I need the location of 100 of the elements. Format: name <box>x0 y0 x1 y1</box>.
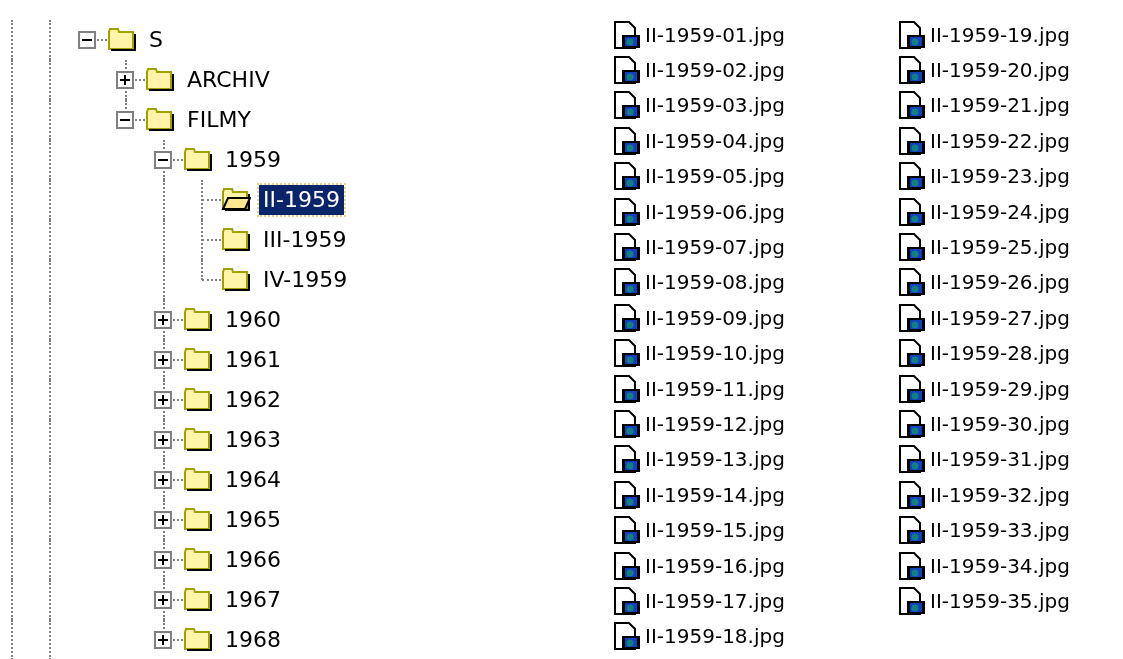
image-file-icon <box>898 338 928 369</box>
folder-label[interactable]: ARCHIV <box>183 65 274 95</box>
file-name[interactable]: II-1959-20.jpg <box>930 58 1070 83</box>
file-name[interactable]: II-1959-30.jpg <box>930 412 1070 436</box>
file-name[interactable]: II-1959-21.jpg <box>930 93 1070 118</box>
file-name[interactable]: II-1959-31.jpg <box>930 447 1070 472</box>
plus-icon <box>158 555 168 565</box>
image-file-icon <box>613 55 643 86</box>
folder-icon <box>183 547 213 573</box>
folder-label[interactable]: III-1959 <box>259 225 351 255</box>
image-file-icon <box>898 585 928 616</box>
expand-button[interactable] <box>154 351 172 369</box>
plus-icon <box>158 315 168 325</box>
folder-label[interactable]: S <box>145 25 167 55</box>
image-file-icon <box>613 338 643 369</box>
image-file-icon <box>613 267 643 298</box>
image-file-icon <box>898 196 928 227</box>
image-file-icon <box>898 232 928 263</box>
folder-icon <box>145 107 175 133</box>
file-name[interactable]: II-1959-15.jpg <box>645 518 785 543</box>
file-name[interactable]: II-1959-07.jpg <box>645 235 785 260</box>
file-name[interactable]: II-1959-18.jpg <box>645 624 785 649</box>
collapse-button[interactable] <box>154 151 172 169</box>
file-name[interactable]: II-1959-35.jpg <box>930 588 1070 613</box>
plus-icon <box>158 355 168 365</box>
plus-icon <box>158 435 168 445</box>
collapse-button[interactable] <box>78 31 96 49</box>
folder-label[interactable]: FILMY <box>183 105 255 135</box>
image-file-icon <box>613 621 643 652</box>
folder-label[interactable]: 1967 <box>221 585 285 615</box>
expand-button[interactable] <box>154 471 172 489</box>
file-name[interactable]: II-1959-01.jpg <box>645 22 785 47</box>
expand-button[interactable] <box>154 511 172 529</box>
file-name[interactable]: II-1959-12.jpg <box>645 412 785 436</box>
image-file-icon <box>898 373 928 404</box>
file-name[interactable]: II-1959-08.jpg <box>645 270 785 295</box>
file-name[interactable]: II-1959-33.jpg <box>930 518 1070 543</box>
image-file-icon <box>898 409 928 439</box>
file-name[interactable]: II-1959-03.jpg <box>645 93 785 118</box>
expand-button[interactable] <box>154 631 172 649</box>
file-name[interactable]: II-1959-17.jpg <box>645 588 785 613</box>
image-file-icon <box>613 373 643 404</box>
file-name[interactable]: II-1959-06.jpg <box>645 199 785 224</box>
expand-button[interactable] <box>154 591 172 609</box>
plus-icon <box>158 515 168 525</box>
image-file-icon <box>898 90 928 121</box>
file-name[interactable]: II-1959-22.jpg <box>930 128 1070 153</box>
expand-button[interactable] <box>154 551 172 569</box>
image-file-icon <box>898 302 928 333</box>
file-name[interactable]: II-1959-25.jpg <box>930 235 1070 260</box>
folder-label[interactable]: IV-1959 <box>259 265 352 295</box>
folder-label[interactable]: 1968 <box>221 625 285 655</box>
folder-label[interactable]: 1960 <box>221 305 285 335</box>
file-name[interactable]: II-1959-32.jpg <box>930 482 1070 507</box>
image-file-icon <box>613 125 643 156</box>
file-name[interactable]: II-1959-02.jpg <box>645 58 785 83</box>
folder-icon <box>183 467 213 493</box>
folder-label[interactable]: 1961 <box>221 345 285 375</box>
file-name[interactable]: II-1959-26.jpg <box>930 270 1070 295</box>
image-file-icon <box>613 479 643 510</box>
folder-label[interactable]: 1964 <box>221 465 285 495</box>
folder-icon <box>183 387 213 413</box>
file-name[interactable]: II-1959-34.jpg <box>930 553 1070 578</box>
folder-label[interactable]: 1959 <box>221 145 285 175</box>
folder-label[interactable]: 1965 <box>221 505 285 535</box>
file-name[interactable]: II-1959-16.jpg <box>645 553 785 578</box>
folder-icon <box>221 267 251 293</box>
file-name[interactable]: II-1959-04.jpg <box>645 128 785 153</box>
expand-button[interactable] <box>154 311 172 329</box>
file-name[interactable]: II-1959-28.jpg <box>930 341 1070 366</box>
folder-icon <box>145 67 175 93</box>
folder-icon <box>183 427 213 453</box>
image-file-icon <box>898 515 928 546</box>
plus-icon <box>158 595 168 605</box>
expand-button[interactable] <box>116 71 134 89</box>
file-name[interactable]: II-1959-09.jpg <box>645 305 785 330</box>
image-file-icon <box>613 302 643 333</box>
collapse-button[interactable] <box>116 111 134 129</box>
expand-button[interactable] <box>154 391 172 409</box>
folder-label[interactable]: II-1959 <box>259 185 344 215</box>
file-name[interactable]: II-1959-29.jpg <box>930 376 1070 401</box>
plus-icon <box>120 75 130 85</box>
file-name[interactable]: II-1959-27.jpg <box>930 305 1070 330</box>
folder-icon <box>221 227 251 253</box>
file-name[interactable]: II-1959-11.jpg <box>645 376 785 401</box>
open-folder-icon <box>221 187 251 213</box>
folder-label[interactable]: 1962 <box>221 385 285 415</box>
file-name[interactable]: II-1959-19.jpg <box>930 22 1070 47</box>
image-file-icon <box>898 55 928 86</box>
file-name[interactable]: II-1959-24.jpg <box>930 199 1070 224</box>
expand-button[interactable] <box>154 431 172 449</box>
folder-icon <box>183 347 213 373</box>
file-name[interactable]: II-1959-14.jpg <box>645 482 785 507</box>
file-name[interactable]: II-1959-10.jpg <box>645 341 785 366</box>
folder-label[interactable]: 1966 <box>221 545 285 575</box>
file-name[interactable]: II-1959-23.jpg <box>930 164 1070 189</box>
image-file-icon <box>613 161 643 192</box>
file-name[interactable]: II-1959-13.jpg <box>645 447 785 472</box>
file-name[interactable]: II-1959-05.jpg <box>645 164 785 189</box>
folder-label[interactable]: 1963 <box>221 425 285 455</box>
